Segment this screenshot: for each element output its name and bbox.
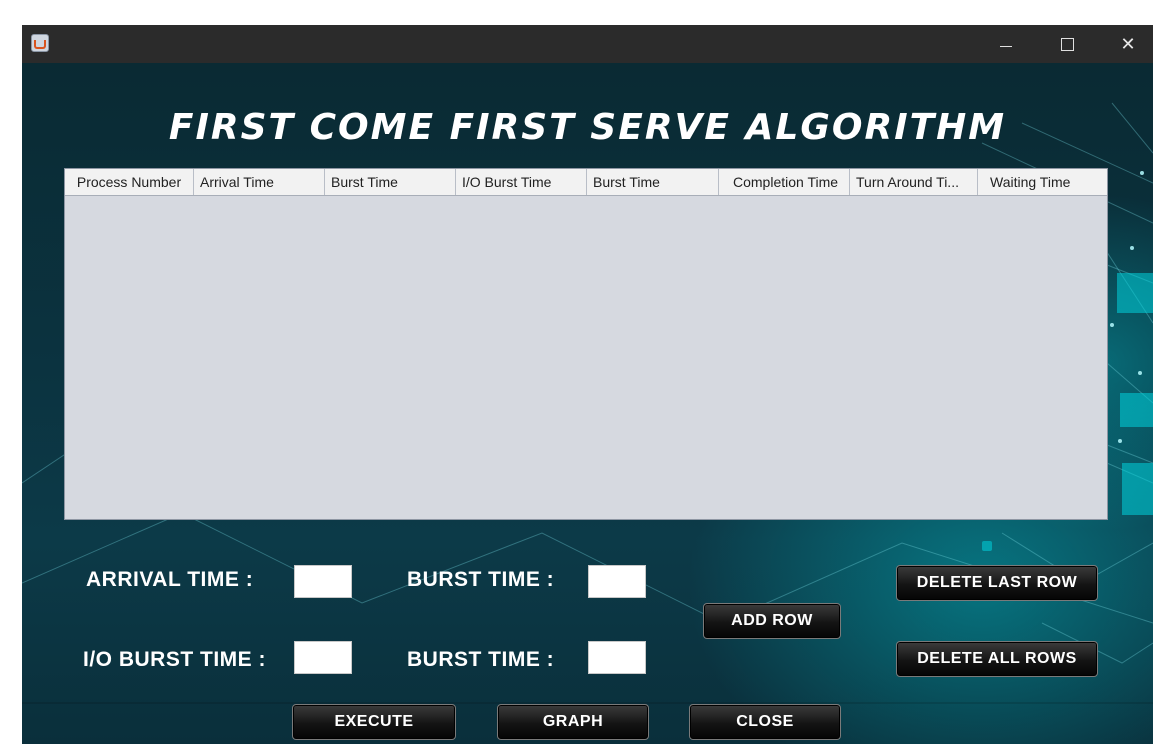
maximize-button[interactable] [1044,25,1090,63]
close-window-button[interactable]: ✕ [1105,25,1151,63]
process-table[interactable]: Process Number Arrival Time Burst Time I… [64,168,1108,520]
burst-time-label-2: BURST TIME : [407,648,555,671]
delete-all-rows-button[interactable]: DELETE ALL ROWS [896,641,1098,677]
minimize-icon [1000,45,1012,47]
column-header[interactable]: Waiting Time [978,169,1107,195]
table-header: Process Number Arrival Time Burst Time I… [65,169,1107,196]
io-burst-time-label: I/O BURST TIME : [83,648,266,671]
delete-last-row-button[interactable]: DELETE LAST ROW [896,565,1098,601]
column-header[interactable]: Completion Time [719,169,850,195]
arrival-time-field[interactable] [294,565,352,598]
java-cup-icon [31,34,49,52]
burst-time-label: BURST TIME : [407,568,555,591]
graph-button[interactable]: GRAPH [497,704,649,740]
arrival-time-label: ARRIVAL TIME : [86,568,254,591]
column-header[interactable]: Burst Time [587,169,719,195]
maximize-icon [1060,37,1074,51]
close-icon: ✕ [1120,33,1136,55]
app-window: ✕ FIRST COME FIRST SERVE ALGORITHM Proce… [22,25,1153,744]
minimize-button[interactable] [983,25,1029,63]
title-bar[interactable]: ✕ [22,25,1153,63]
column-header[interactable]: Burst Time [325,169,456,195]
column-header[interactable]: Arrival Time [194,169,325,195]
column-header[interactable]: Turn Around Ti... [850,169,978,195]
content-area: FIRST COME FIRST SERVE ALGORITHM Process… [22,63,1153,744]
burst-time-field-2[interactable] [588,641,646,674]
column-header[interactable]: I/O Burst Time [456,169,587,195]
io-burst-time-field[interactable] [294,641,352,674]
page-title: FIRST COME FIRST SERVE ALGORITHM [168,107,1007,148]
column-header[interactable]: Process Number [65,169,194,195]
close-button[interactable]: CLOSE [689,704,841,740]
execute-button[interactable]: EXECUTE [292,704,456,740]
add-row-button[interactable]: ADD ROW [703,603,841,639]
burst-time-field[interactable] [588,565,646,598]
